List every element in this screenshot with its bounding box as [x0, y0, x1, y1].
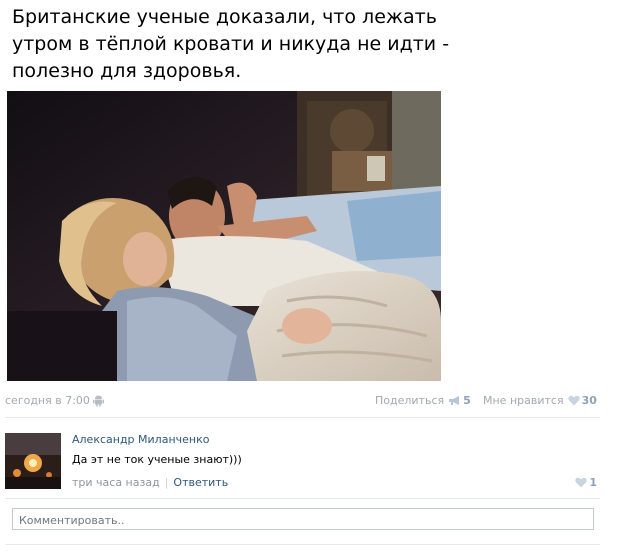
android-icon [93, 395, 104, 407]
post-photo[interactable] [7, 91, 441, 381]
comment-item: Александр Миланченко Да эт не ток ученые… [5, 430, 600, 495]
comment-footer: три часа назад | Ответить [72, 476, 228, 489]
comment-text: Да эт не ток ученые знают))) [72, 453, 242, 466]
share-label: Поделиться [375, 394, 445, 407]
divider [5, 498, 600, 499]
comment-input[interactable] [19, 511, 579, 530]
like-count: 30 [581, 394, 597, 407]
share-button[interactable]: Поделиться 5 [375, 394, 471, 407]
divider [5, 417, 600, 418]
like-label: Мне нравится [483, 394, 564, 407]
post-meta-row: сегодня в 7:00 Поделиться 5 Мне нравится… [5, 392, 600, 410]
photo-couple-in-bed-illustration [7, 91, 441, 381]
share-count: 5 [463, 394, 471, 407]
comment-input-box[interactable] [12, 508, 594, 530]
comment-author-link[interactable]: Александр Миланченко [72, 433, 209, 446]
megaphone-icon [449, 396, 460, 405]
avatar[interactable] [5, 433, 61, 489]
heart-icon [575, 477, 588, 488]
comment-like-count: 1 [589, 476, 597, 489]
reply-link[interactable]: Ответить [173, 476, 228, 489]
comment-like-button[interactable]: 1 [571, 476, 597, 489]
heart-icon [567, 395, 580, 406]
comment-time[interactable]: три часа назад [72, 476, 160, 489]
separator: | [164, 476, 169, 489]
like-button[interactable]: Мне нравится 30 [483, 394, 597, 407]
divider [5, 544, 600, 545]
avatar-image [5, 433, 61, 489]
post-headline: Британские ученые доказали, что лежать у… [12, 6, 450, 82]
post-timestamp[interactable]: сегодня в 7:00 [5, 394, 90, 407]
